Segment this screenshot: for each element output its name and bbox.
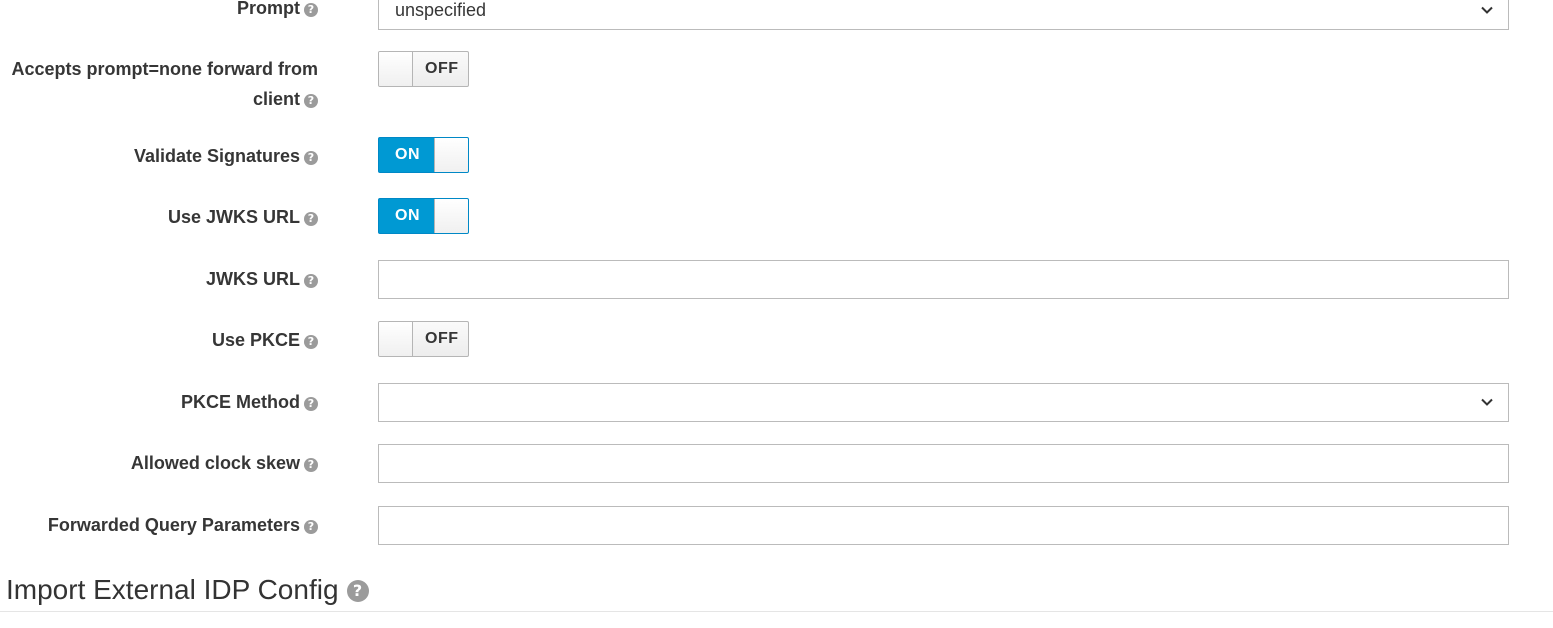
prompt-label: Prompt?	[237, 0, 318, 23]
allowed-clock-skew-input[interactable]	[378, 444, 1509, 483]
accepts-prompt-none-label: Accepts prompt=none forward from client?	[11, 59, 318, 109]
pkce-method-select-wrap	[378, 383, 1509, 422]
help-icon[interactable]: ?	[304, 335, 318, 349]
validate-signatures-label: Validate Signatures?	[134, 141, 318, 171]
help-icon[interactable]: ?	[304, 458, 318, 472]
forwarded-query-parameters-input-wrap	[378, 506, 1509, 545]
use-pkce-label: Use PKCE?	[212, 325, 318, 355]
help-icon[interactable]: ?	[304, 151, 318, 165]
use-pkce-toggle-wrap: OFF	[378, 321, 469, 357]
toggle-knob	[434, 199, 468, 233]
use-jwks-url-toggle-wrap: ON	[378, 198, 469, 234]
jwks-url-input[interactable]	[378, 260, 1509, 299]
help-icon[interactable]: ?	[304, 94, 318, 108]
identity-provider-settings-form: Prompt? unspecified Accepts prompt=none …	[0, 0, 1553, 628]
toggle-knob	[379, 322, 413, 356]
prompt-select[interactable]: unspecified	[378, 0, 1509, 30]
validate-signatures-toggle-wrap: ON	[378, 137, 469, 173]
use-jwks-url-label: Use JWKS URL?	[168, 202, 318, 232]
toggle-knob	[434, 138, 468, 172]
help-icon[interactable]: ?	[304, 274, 318, 288]
use-jwks-url-toggle[interactable]: ON	[378, 198, 469, 234]
help-icon[interactable]: ?	[346, 580, 369, 602]
section-divider	[0, 611, 1553, 612]
toggle-knob	[379, 52, 413, 86]
validate-signatures-toggle[interactable]: ON	[378, 137, 469, 173]
pkce-method-select[interactable]	[378, 383, 1509, 422]
jwks-url-input-wrap	[378, 260, 1509, 299]
help-icon[interactable]: ?	[304, 212, 318, 226]
prompt-select-wrap: unspecified	[378, 0, 1509, 30]
toggle-state-text: ON	[395, 207, 420, 224]
chevron-down-icon	[1481, 398, 1493, 406]
toggle-state-text: OFF	[425, 330, 459, 347]
prompt-select-value: unspecified	[395, 0, 487, 20]
allowed-clock-skew-label: Allowed clock skew?	[131, 448, 318, 478]
toggle-state-text: OFF	[425, 60, 459, 77]
help-icon[interactable]: ?	[304, 3, 318, 17]
toggle-state-text: ON	[395, 146, 420, 163]
forwarded-query-parameters-input[interactable]	[378, 506, 1509, 545]
chevron-down-icon	[1481, 6, 1493, 14]
help-icon[interactable]: ?	[304, 397, 318, 411]
forwarded-query-parameters-label: Forwarded Query Parameters?	[48, 510, 318, 540]
use-pkce-toggle[interactable]: OFF	[378, 321, 469, 357]
jwks-url-label: JWKS URL?	[206, 264, 318, 294]
help-icon[interactable]: ?	[304, 520, 318, 534]
accepts-prompt-none-toggle[interactable]: OFF	[378, 51, 469, 87]
pkce-method-label: PKCE Method?	[181, 387, 318, 417]
accepts-prompt-none-toggle-wrap: OFF	[378, 51, 469, 87]
allowed-clock-skew-input-wrap	[378, 444, 1509, 483]
import-external-idp-config-heading: Import External IDP Config?	[6, 572, 369, 608]
